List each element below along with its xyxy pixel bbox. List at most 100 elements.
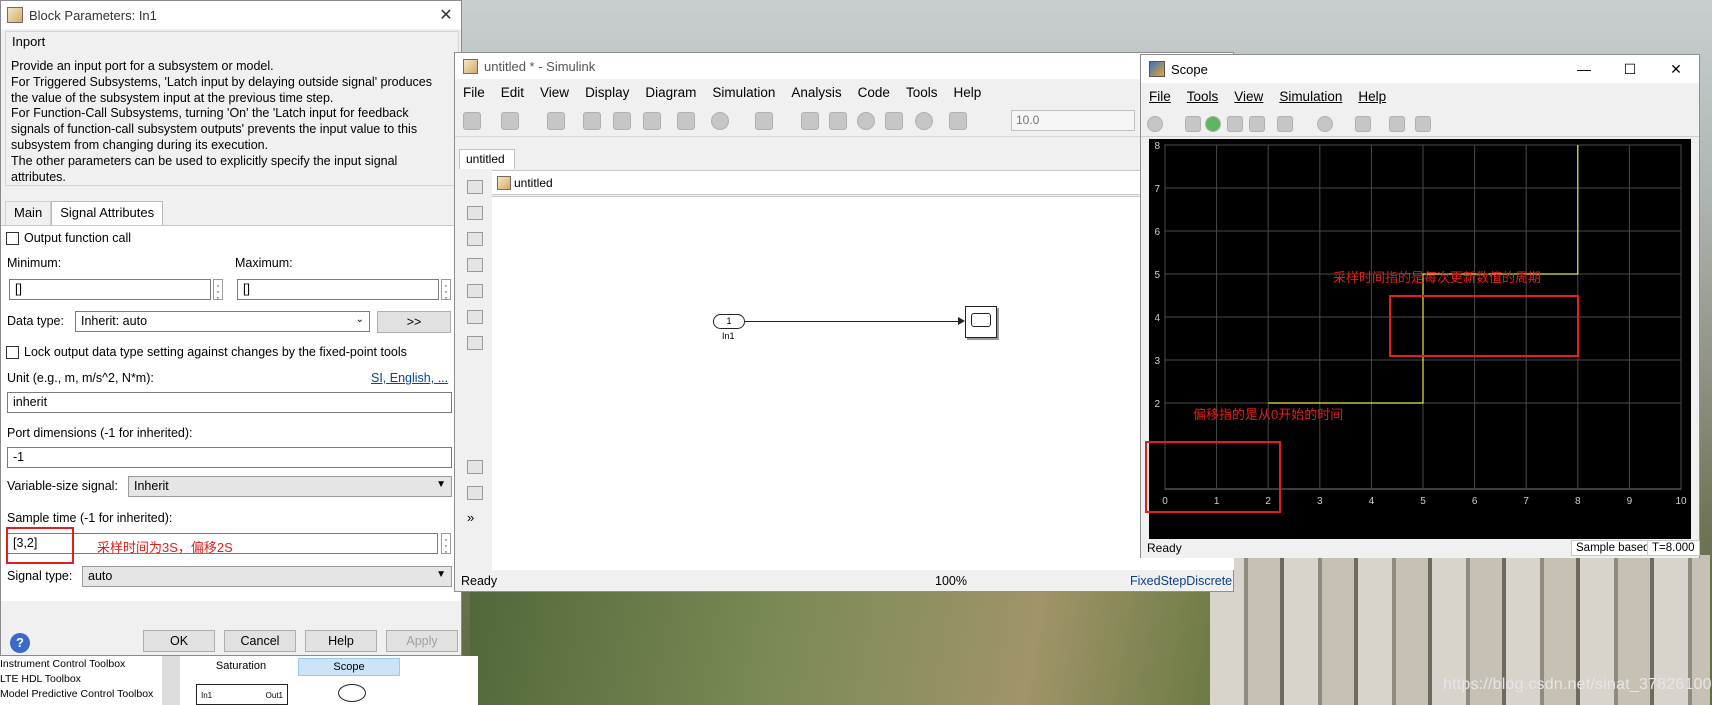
zoom-icon[interactable] <box>467 206 483 220</box>
minimize-icon[interactable]: — <box>1561 61 1607 77</box>
model-explorer-icon[interactable] <box>755 112 773 130</box>
new-model-icon[interactable] <box>463 112 481 130</box>
signal-type-select[interactable]: auto ▼ <box>82 566 452 587</box>
sample-time-more-button[interactable]: · · · <box>441 533 451 558</box>
step-forward-icon[interactable] <box>1227 116 1243 132</box>
step-forward-icon[interactable] <box>885 112 903 130</box>
help-icon[interactable]: ? <box>10 633 30 653</box>
category-saturation[interactable]: Saturation <box>190 658 292 676</box>
menu-analysis[interactable]: Analysis <box>791 85 841 100</box>
stop-icon[interactable] <box>1249 116 1265 132</box>
maximize-icon[interactable]: ☐ <box>1607 61 1653 78</box>
minimum-more-button[interactable]: · · · <box>213 279 223 304</box>
library-item[interactable]: LTE HDL Toolbox <box>0 673 81 685</box>
expand-icon[interactable]: » <box>467 511 483 526</box>
menu-view[interactable]: View <box>1234 89 1263 104</box>
model-tab[interactable]: untitled <box>459 149 515 169</box>
run-icon[interactable] <box>1205 116 1221 132</box>
library-item[interactable]: Instrument Control Toolbox <box>0 658 125 670</box>
autoscale-icon[interactable] <box>1355 116 1371 132</box>
open-icon[interactable] <box>501 112 519 130</box>
data-type-assistant-button[interactable]: >> <box>377 311 451 333</box>
highlight-icon[interactable] <box>1277 116 1293 132</box>
menu-help[interactable]: Help <box>1358 89 1386 104</box>
menu-simulation[interactable]: Simulation <box>712 85 775 100</box>
maximum-input[interactable]: [] <box>237 279 439 300</box>
x-tick-label: 4 <box>1369 496 1375 507</box>
simulink-model-icon <box>463 58 478 74</box>
menu-help[interactable]: Help <box>953 85 981 100</box>
cancel-button[interactable]: Cancel <box>224 630 296 652</box>
menu-file[interactable]: File <box>1149 89 1171 104</box>
menu-diagram[interactable]: Diagram <box>645 85 696 100</box>
unit-system-link[interactable]: SI, English, ... <box>371 371 448 385</box>
run-icon[interactable] <box>857 112 875 130</box>
scope-block[interactable] <box>965 306 997 338</box>
scope-plot[interactable]: 0 1 2 3 4 5 6 7 8 9 10 2 3 4 5 6 7 8 采样时间指的是每次更新数值的周期 偏移指… <box>1145 139 1691 539</box>
screenshot-icon[interactable] <box>467 460 483 474</box>
sample-time-label: Sample time (-1 for inherited): <box>7 511 173 525</box>
model-canvas[interactable]: 1 In1 <box>492 196 1234 570</box>
menu-display[interactable]: Display <box>585 85 629 100</box>
settings-gear-icon[interactable] <box>1147 116 1163 132</box>
close-icon[interactable]: ✕ <box>1653 61 1699 78</box>
output-function-call-checkbox[interactable] <box>6 232 19 245</box>
hide-browser-icon[interactable] <box>467 180 483 194</box>
unit-input[interactable]: inherit <box>7 392 452 413</box>
area-icon[interactable] <box>467 336 483 350</box>
scope-toolbar <box>1141 111 1699 137</box>
breadcrumb-item[interactable]: untitled <box>514 176 553 190</box>
category-scope[interactable]: Scope <box>298 658 400 676</box>
inport-block[interactable]: 1 <box>713 314 745 329</box>
solver-link[interactable]: FixedStepDiscrete <box>1130 574 1232 588</box>
menu-view[interactable]: View <box>540 85 569 100</box>
step-back-icon[interactable] <box>1185 116 1201 132</box>
variable-size-select[interactable]: Inherit ▼ <box>128 476 452 497</box>
image-icon[interactable] <box>467 310 483 324</box>
lock-datatype-checkbox[interactable] <box>6 346 19 359</box>
library-item[interactable]: Model Predictive Control Toolbox <box>0 688 153 700</box>
library-block-scope[interactable] <box>338 684 366 702</box>
menu-tools[interactable]: Tools <box>906 85 938 100</box>
inport-block-label: In1 <box>722 331 735 341</box>
apply-button[interactable]: Apply <box>386 630 458 652</box>
stop-time-input[interactable]: 10.0 <box>1011 110 1135 131</box>
fit-view-icon[interactable] <box>467 232 483 246</box>
up-arrow-icon[interactable] <box>643 112 661 130</box>
scope-status: Ready <box>1147 541 1182 555</box>
simulink-toolbar: 10.0 <box>455 105 1233 137</box>
step-back-icon[interactable] <box>801 112 819 130</box>
tab-signal-attributes[interactable]: Signal Attributes <box>51 201 164 226</box>
route-lines-icon[interactable] <box>467 258 483 272</box>
cursor-measurement-icon[interactable] <box>1415 116 1431 132</box>
menu-tools[interactable]: Tools <box>1187 89 1219 104</box>
help-button[interactable]: Help <box>305 630 377 652</box>
tab-main[interactable]: Main <box>5 201 52 225</box>
data-inspector-icon[interactable] <box>949 112 967 130</box>
menu-edit[interactable]: Edit <box>501 85 524 100</box>
step-back2-icon[interactable] <box>829 112 847 130</box>
zoom-icon[interactable] <box>1317 116 1333 132</box>
stop-icon[interactable] <box>915 112 933 130</box>
close-icon[interactable]: ✕ <box>431 5 461 25</box>
annotation-icon[interactable] <box>467 284 483 298</box>
menu-file[interactable]: File <box>463 85 485 100</box>
save-icon[interactable] <box>547 112 565 130</box>
signal-line[interactable] <box>745 321 963 322</box>
triggers-icon[interactable] <box>1389 116 1405 132</box>
zoom-level: 100% <box>935 574 967 588</box>
menu-simulation[interactable]: Simulation <box>1279 89 1342 104</box>
back-arrow-icon[interactable] <box>583 112 601 130</box>
properties-icon[interactable] <box>467 486 483 500</box>
data-type-select[interactable]: Inherit: auto ⌄ <box>75 311 370 332</box>
forward-arrow-icon[interactable] <box>613 112 631 130</box>
library-block-saturation[interactable]: In1 Out1 <box>196 684 288 705</box>
gear-icon[interactable] <box>711 112 729 130</box>
port-dimensions-input[interactable]: -1 <box>7 447 452 468</box>
maximum-more-button[interactable]: · · · <box>441 279 451 304</box>
library-browser-icon[interactable] <box>677 112 695 130</box>
minimum-input[interactable]: [] <box>9 279 211 300</box>
library-scrollbar[interactable] <box>162 656 180 705</box>
menu-code[interactable]: Code <box>858 85 890 100</box>
ok-button[interactable]: OK <box>143 630 215 652</box>
